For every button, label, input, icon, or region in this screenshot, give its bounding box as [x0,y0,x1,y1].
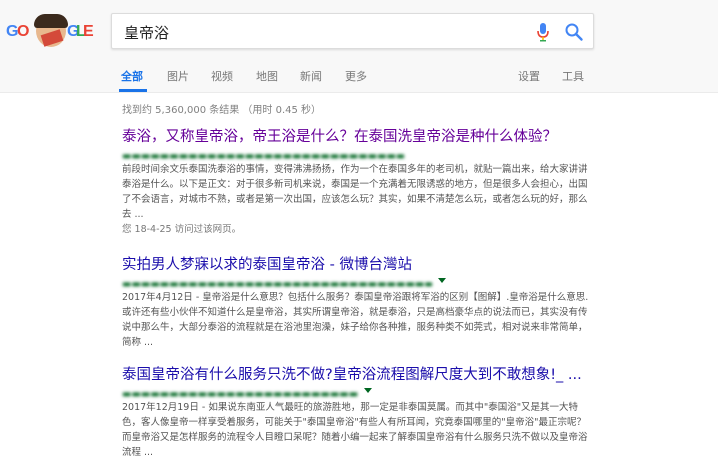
tab-news[interactable]: 新闻 [300,68,322,84]
result-url: ▬▬▬▬▬▬▬▬▬▬▬▬▬▬▬▬▬▬▬▬▬▬▬▬▬ [122,385,590,400]
visited-note: 您 18-4-25 访问过该网页。 [122,224,242,235]
search-input[interactable] [124,21,524,43]
result-url: ▬▬▬▬▬▬▬▬▬▬▬▬▬▬▬▬▬▬▬▬▬▬▬▬▬▬▬▬▬▬▬▬▬ [122,275,590,290]
search-result: 泰浴，又称皇帝浴，帝王浴是什么？在泰国洗皇帝浴是种什么体验？ ▬▬▬▬▬▬▬▬▬… [122,128,590,237]
doodle-hair [34,14,68,28]
blurred-url: ▬▬▬▬▬▬▬▬▬▬▬▬▬▬▬▬▬▬▬▬▬▬▬▬▬▬▬▬▬▬▬▬▬ [122,279,432,290]
result-url: ▬▬▬▬▬▬▬▬▬▬▬▬▬▬▬▬▬▬▬▬▬▬▬▬▬▬▬▬▬▬ [122,147,590,162]
settings-link[interactable]: 设置 [518,68,540,84]
search-icon[interactable] [564,22,584,42]
blurred-url: ▬▬▬▬▬▬▬▬▬▬▬▬▬▬▬▬▬▬▬▬▬▬▬▬▬▬▬▬▬▬ [122,151,404,162]
google-doodle-logo[interactable]: G O G L E [6,14,94,48]
search-result: 泰国皇帝浴有什么服务只洗不做?皇帝浴流程图解尺度大到不敢想象!_ ... ▬▬▬… [122,366,590,460]
tools-link[interactable]: 工具 [562,68,584,84]
logo-letter: E [83,23,94,40]
tab-all[interactable]: 全部 [121,68,143,84]
tab-maps[interactable]: 地图 [256,68,278,84]
result-snippet: 2017年12月19日 - 如果说东南亚人气最旺的旅游胜地，那一定是非泰国莫属。… [122,402,588,458]
search-tabs: 全部 图片 视频 地图 新闻 更多 设置 工具 [0,64,718,92]
search-header: G O G L E 全部 图片 视频 地图 新闻 更多 设置 工具 [0,0,718,92]
tab-videos[interactable]: 视频 [211,68,233,84]
tab-images[interactable]: 图片 [167,68,189,84]
tab-more[interactable]: 更多 [345,68,367,84]
result-title-link[interactable]: 泰国皇帝浴有什么服务只洗不做?皇帝浴流程图解尺度大到不敢想象!_ ... [122,366,590,384]
result-stats: 找到约 5,360,000 条结果 （用时 0.45 秒） [122,105,322,116]
result-snippet: 前段时间余文乐泰国洗泰浴的事情，变得沸沸扬扬，作为一个在泰国多年的老司机，就贴一… [122,164,588,220]
url-dropdown-arrow[interactable] [364,388,372,393]
url-dropdown-arrow[interactable] [438,278,446,283]
search-box [111,13,594,49]
header-divider [0,92,718,93]
result-snippet: 2017年4月12日 - 皇帝浴是什么意思？包括什么服务？泰国皇帝浴跟将军浴的区… [122,292,589,348]
result-title-link[interactable]: 泰浴，又称皇帝浴，帝王浴是什么？在泰国洗皇帝浴是种什么体验？ [122,128,590,146]
search-result: 实拍男人梦寐以求的泰国皇帝浴 - 微博台灣站 ▬▬▬▬▬▬▬▬▬▬▬▬▬▬▬▬▬… [122,256,590,350]
blurred-url: ▬▬▬▬▬▬▬▬▬▬▬▬▬▬▬▬▬▬▬▬▬▬▬▬▬ [122,389,358,400]
logo-letter: O [17,23,30,40]
result-title-link[interactable]: 实拍男人梦寐以求的泰国皇帝浴 - 微博台灣站 [122,256,590,274]
mic-icon[interactable] [536,22,550,42]
